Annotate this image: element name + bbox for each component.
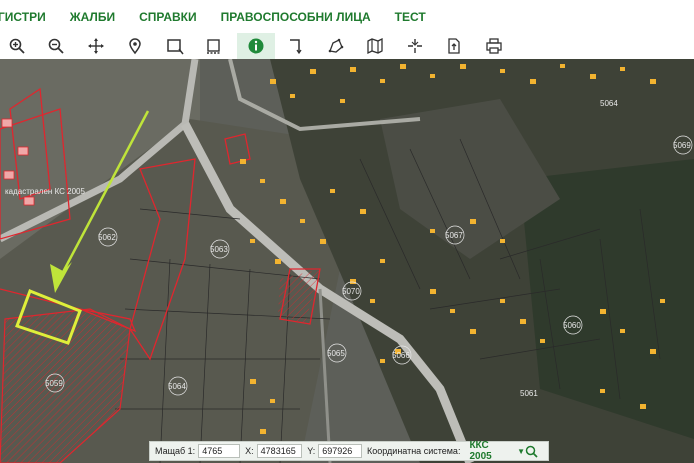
satellite-map bbox=[0, 59, 694, 463]
scale-label: Мащаб 1: bbox=[155, 446, 196, 456]
parcel-label: 5062 bbox=[98, 233, 116, 242]
parcel-label: 5070 bbox=[342, 287, 360, 296]
map-toolbar bbox=[0, 33, 694, 60]
scale-input[interactable]: 4765 bbox=[198, 444, 241, 458]
info-button[interactable] bbox=[237, 33, 275, 59]
print-button[interactable] bbox=[477, 33, 511, 59]
y-label: Y: bbox=[307, 446, 316, 456]
parcel-label: 5066 bbox=[392, 351, 410, 360]
polygon-icon bbox=[328, 38, 344, 53]
cadastral-label: кадастрален КС 2005 bbox=[5, 187, 85, 196]
parcel-label: 5064 bbox=[168, 382, 186, 391]
marker-icon bbox=[129, 38, 141, 55]
info-icon bbox=[248, 38, 264, 54]
split-button[interactable] bbox=[398, 33, 432, 59]
menu-item-test[interactable]: ТЕСТ bbox=[395, 10, 426, 24]
search-icon bbox=[525, 445, 538, 458]
polygon-button[interactable] bbox=[319, 33, 353, 59]
parcel-label: 5067 bbox=[445, 231, 463, 240]
menu-item-references[interactable]: СПРАВКИ bbox=[139, 10, 197, 24]
menu-item-licensed-persons[interactable]: ПРАВОСПОСОБНИ ЛИЦА bbox=[221, 10, 371, 24]
search-button[interactable] bbox=[525, 445, 538, 458]
zoom-out-icon bbox=[48, 38, 64, 54]
parcel-label: 5059 bbox=[45, 379, 63, 388]
x-label: X: bbox=[245, 446, 254, 456]
map-icon bbox=[367, 37, 383, 55]
pan-button[interactable] bbox=[79, 33, 113, 59]
split-icon bbox=[408, 39, 422, 53]
map-canvas[interactable]: кадастрален КС 2005 5062 5063 5059 5064 … bbox=[0, 59, 694, 463]
coordinate-system-label: Координатна система: bbox=[366, 446, 461, 456]
coordinate-system-select[interactable]: ККС 2005 bbox=[469, 440, 509, 462]
print-icon bbox=[486, 38, 502, 54]
map-layers-button[interactable] bbox=[358, 33, 392, 59]
select-rect-button[interactable] bbox=[158, 33, 192, 59]
select-dash-icon bbox=[207, 39, 221, 54]
select-rect-icon bbox=[167, 39, 184, 55]
menu-item-complaints[interactable]: ЖАЛБИ bbox=[70, 10, 115, 24]
zoom-in-icon bbox=[9, 38, 25, 54]
menu-item-registries[interactable]: ГИСТРИ bbox=[0, 10, 46, 24]
measure-icon bbox=[290, 39, 302, 55]
coordinate-status-bar: Мащаб 1: 4765 X: 4783165 Y: 697926 Коорд… bbox=[149, 440, 549, 462]
marker-button[interactable] bbox=[118, 33, 152, 59]
parcel-label: 5069 bbox=[673, 141, 691, 150]
chevron-down-icon[interactable]: ▼ bbox=[517, 447, 525, 456]
zoom-in-button[interactable] bbox=[0, 33, 34, 59]
parcel-label: 5060 bbox=[563, 321, 581, 330]
export-icon bbox=[448, 38, 460, 54]
export-button[interactable] bbox=[437, 33, 471, 59]
parcel-label: 5064 bbox=[600, 99, 618, 108]
zoom-out-button[interactable] bbox=[39, 33, 73, 59]
parcel-label: 5061 bbox=[520, 389, 538, 398]
select-dash-button[interactable] bbox=[197, 33, 231, 59]
x-coordinate-field[interactable]: 4783165 bbox=[256, 444, 303, 458]
parcel-label: 5063 bbox=[210, 245, 228, 254]
main-menu: ГИСТРИ ЖАЛБИ СПРАВКИ ПРАВОСПОСОБНИ ЛИЦА … bbox=[0, 0, 694, 33]
parcel-label: 5065 bbox=[327, 349, 345, 358]
pan-icon bbox=[88, 38, 104, 54]
measure-button[interactable] bbox=[279, 33, 313, 59]
y-coordinate-field[interactable]: 697926 bbox=[318, 444, 362, 458]
